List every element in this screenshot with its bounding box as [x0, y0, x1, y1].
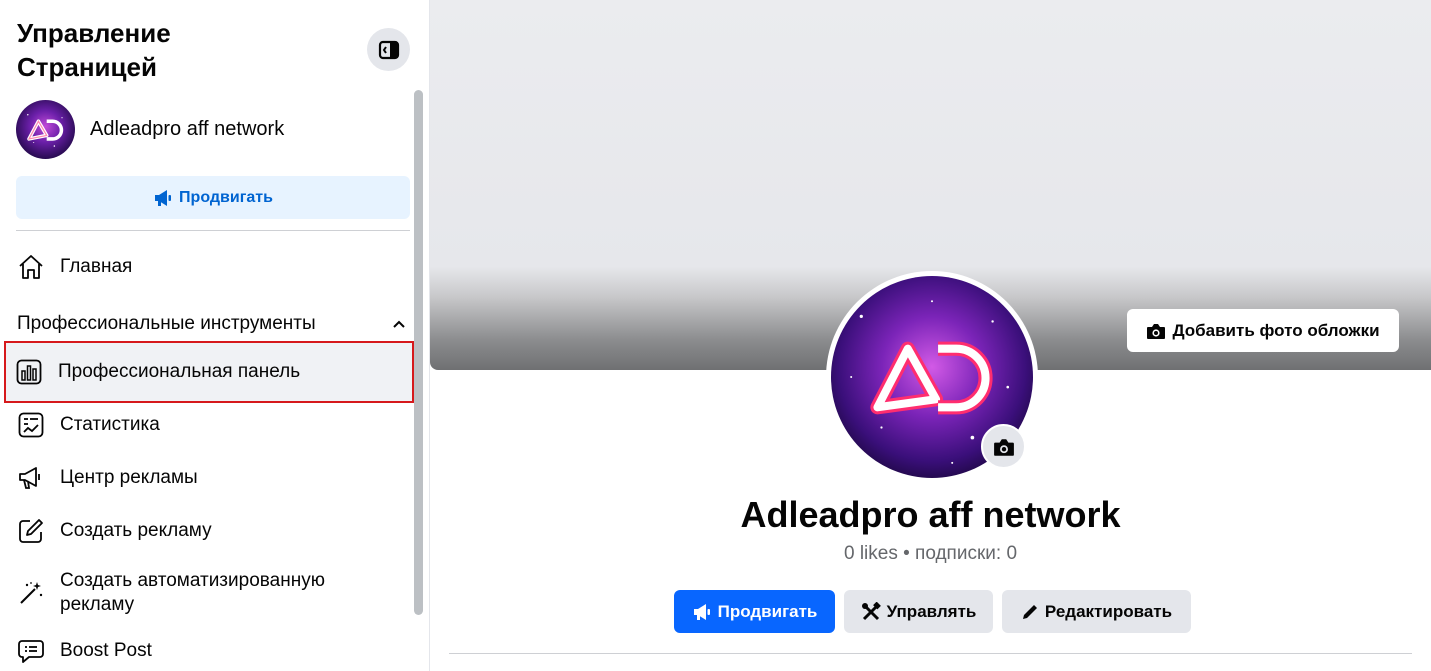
main-content: Добавить фото обложки Adleadpro aff netw…: [430, 0, 1431, 671]
sidebar-item-label: Создать рекламу: [60, 520, 212, 541]
sidebar-scrollbar[interactable]: [414, 90, 423, 615]
sidebar-item-label: Boost Post: [60, 640, 152, 661]
section-title: Профессиональные инструменты: [17, 313, 316, 334]
sidebar-item-professional-dashboard[interactable]: Профессиональная панель: [4, 341, 414, 403]
edit-label: Редактировать: [1044, 601, 1173, 621]
sidebar-item-boost-post[interactable]: Boost Post: [8, 625, 412, 671]
collapse-sidebar-button[interactable]: [367, 28, 410, 71]
magic-wand-icon: [16, 578, 46, 608]
sidebar-item-ad-center[interactable]: Центр рекламы: [8, 452, 412, 504]
sidebar-toggle-icon: [378, 40, 399, 59]
megaphone-icon: [155, 189, 172, 206]
page-name: Adleadpro aff network: [90, 117, 285, 140]
home-icon: [16, 252, 46, 282]
sidebar-divider: [16, 230, 410, 231]
sidebar-item-create-automated-ad[interactable]: Создать автоматизированную рекламу: [8, 565, 412, 621]
page-switcher[interactable]: Adleadpro aff network: [16, 99, 284, 159]
insights-icon: [16, 410, 46, 440]
profile-stats: 0 likes • подписки: 0: [843, 543, 1018, 564]
sidebar-title: Управление Страницей: [17, 18, 171, 82]
add-cover-photo-button[interactable]: Добавить фото обложки: [1127, 309, 1399, 352]
page-avatar: [16, 99, 75, 159]
chevron-up-icon[interactable]: [387, 312, 411, 336]
promote-button[interactable]: Продвигать: [16, 176, 410, 219]
sidebar: Управление Страницей Adleadpro aff netwo…: [0, 0, 430, 671]
sidebar-item-home[interactable]: Главная: [8, 241, 412, 293]
page-root: Управление Страницей Adleadpro aff netwo…: [0, 0, 1431, 671]
sidebar-item-label: Статистика: [60, 414, 160, 435]
dashboard-icon: [14, 357, 44, 387]
promote-label: Продвигать: [717, 601, 818, 621]
content-divider: [449, 653, 1412, 654]
profile-actions: Продвигать Управлять Редактировать: [674, 590, 1191, 633]
promote-profile-button[interactable]: Продвигать: [674, 590, 835, 633]
pencil-icon: [1022, 604, 1037, 619]
manage-label: Управлять: [886, 601, 977, 621]
tools-icon: [861, 601, 881, 620]
sidebar-item-label: Центр рекламы: [60, 467, 198, 488]
profile-name: Adleadpro aff network: [740, 494, 1121, 535]
sidebar-item-label: Создать автоматизированную рекламу: [60, 570, 325, 615]
pencil-square-icon: [16, 516, 46, 546]
camera-icon: [993, 438, 1014, 456]
add-cover-photo-label: Добавить фото обложки: [1172, 320, 1380, 340]
sidebar-item-insights[interactable]: Статистика: [8, 399, 412, 451]
megaphone-outline-icon: [16, 463, 46, 493]
professional-tools-header[interactable]: Профессиональные инструменты: [17, 312, 411, 336]
promote-button-label: Продвигать: [179, 188, 273, 206]
manage-button[interactable]: Управлять: [844, 590, 993, 633]
chat-bubble-icon: [16, 636, 46, 666]
sidebar-item-create-ad[interactable]: Создать рекламу: [8, 505, 412, 557]
megaphone-icon: [693, 603, 710, 620]
edit-button[interactable]: Редактировать: [1002, 590, 1191, 633]
sidebar-item-label: Профессиональная панель: [58, 361, 301, 382]
camera-icon: [1147, 323, 1166, 339]
sidebar-item-label: Главная: [60, 256, 133, 277]
update-profile-picture-button[interactable]: [981, 424, 1026, 469]
